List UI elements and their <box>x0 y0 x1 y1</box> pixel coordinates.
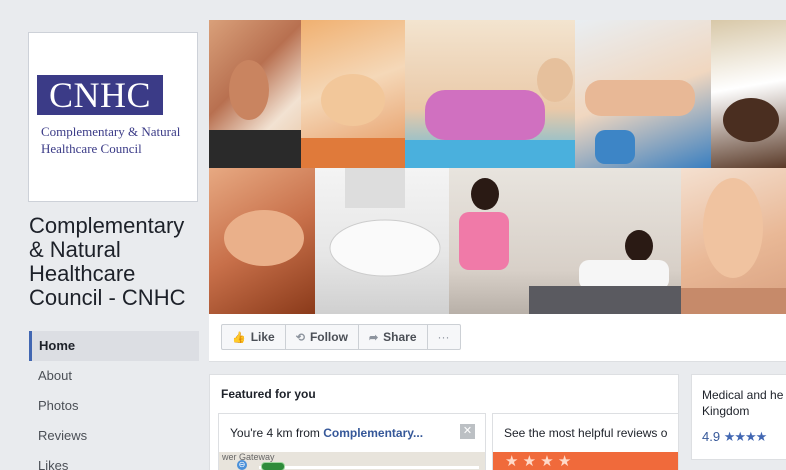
transit-icon: ⊖ <box>237 460 247 470</box>
cover-photo-relaxing-woman <box>405 20 575 168</box>
action-buttons: 👍 Like ⟲ Follow ➦ Share ··· <box>221 324 461 350</box>
abdomen-graphic <box>329 168 441 277</box>
cover-photo-leg-massage <box>575 20 711 168</box>
page-nav: Home About Photos Reviews Likes <box>29 331 199 470</box>
map-label: wer Gateway <box>222 452 275 462</box>
hands-graphic <box>224 210 304 266</box>
cover-photo-consultation <box>449 168 681 314</box>
like-label: Like <box>250 330 275 344</box>
rss-icon: ⟲ <box>295 331 305 344</box>
cover-photo-hands <box>209 168 315 314</box>
page-info-box: Medical and he Kingdom 4.9 ★★★★ <box>691 374 786 460</box>
reviews-card[interactable]: See the most helpful reviews o ★ ★ ★ ★ <box>492 413 678 470</box>
leg-massage-graphic <box>585 80 695 164</box>
cover-photo-ear-acupuncture <box>209 20 301 168</box>
page-rating[interactable]: 4.9 ★★★★ <box>702 429 768 445</box>
cnhc-logo-mark: CNHC <box>37 75 163 115</box>
page-title[interactable]: Complementary & Natural Healthcare Counc… <box>29 214 205 310</box>
reviews-card-text: See the most helpful reviews o <box>504 426 668 440</box>
ear-figure-graphic <box>209 60 301 168</box>
cover-photo-foot-reflexology <box>681 168 786 314</box>
category-line-2: Kingdom <box>702 404 750 418</box>
page-category: Medical and he Kingdom <box>702 387 786 419</box>
thumbs-up-icon: 👍 <box>232 331 246 344</box>
share-arrow-icon: ➦ <box>368 331 379 344</box>
rating-stars-icon: ★★★★ <box>723 429 768 444</box>
page-link[interactable]: Complementary... <box>323 426 423 440</box>
follow-button[interactable]: ⟲ Follow <box>284 324 359 350</box>
follow-label: Follow <box>309 330 348 344</box>
more-button[interactable]: ··· <box>426 324 461 350</box>
map-road <box>259 466 479 469</box>
page-action-bar: 👍 Like ⟲ Follow ➦ Share ··· <box>209 314 786 362</box>
location-map[interactable]: wer Gateway ⊖ <box>219 452 485 470</box>
cnhc-logo: CNHC Complementary & Natural Healthcare … <box>33 37 193 197</box>
nav-item-about[interactable]: About <box>29 361 199 391</box>
map-marker <box>261 462 285 470</box>
head-massage-graphic <box>301 74 405 168</box>
cover-photo-back-massage <box>711 20 786 168</box>
nav-item-home[interactable]: Home <box>29 331 199 361</box>
nav-item-likes[interactable]: Likes <box>29 451 199 470</box>
cnhc-logo-subtitle: Complementary & Natural Healthcare Counc… <box>41 124 181 156</box>
distance-card[interactable]: You're 4 km from Complementary... ✕ wer … <box>218 413 486 470</box>
nav-item-photos[interactable]: Photos <box>29 391 199 421</box>
profile-picture[interactable]: CNHC Complementary & Natural Healthcare … <box>28 32 198 202</box>
share-label: Share <box>383 330 417 344</box>
share-button[interactable]: ➦ Share <box>357 324 428 350</box>
consultation-graphic <box>459 178 681 314</box>
rating-value: 4.9 <box>702 429 721 444</box>
cover-photo-abdomen <box>315 168 449 314</box>
category-line-1: Medical and he <box>702 388 784 402</box>
featured-title: Featured for you <box>221 387 316 401</box>
like-button[interactable]: 👍 Like <box>221 324 286 350</box>
featured-for-you-section: Featured for you You're 4 km from Comple… <box>209 374 679 470</box>
nav-item-reviews[interactable]: Reviews <box>29 421 199 451</box>
back-massage-graphic <box>723 98 779 142</box>
foot-graphic <box>681 178 786 314</box>
relaxing-woman-graphic <box>405 58 575 168</box>
cover-photo[interactable] <box>209 20 786 314</box>
more-dots-icon: ··· <box>437 330 450 344</box>
close-icon[interactable]: ✕ <box>460 424 475 439</box>
cover-photo-head-massage <box>301 20 405 168</box>
review-stars-banner: ★ ★ ★ ★ <box>493 452 678 470</box>
distance-card-text: You're 4 km from Complementary... <box>230 426 423 440</box>
distance-text: You're 4 km from <box>230 426 324 440</box>
